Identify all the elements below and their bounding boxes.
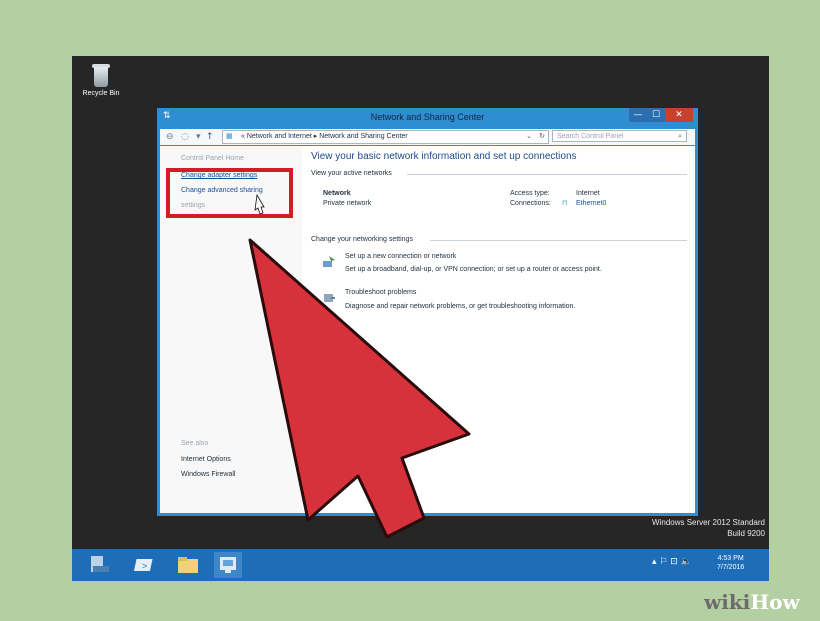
windows-firewall-link[interactable]: Windows Firewall [181,471,235,478]
wikihow-logo: wikiHow [704,589,800,615]
recycle-bin-label: Recycle Bin [82,90,120,97]
recent-pages-icon[interactable]: ▾ [196,130,201,144]
new-connection-icon [322,253,336,267]
section-divider [430,240,687,241]
change-settings-label: Change your networking settings [311,236,413,243]
window-title: Network and Sharing Center [370,112,485,122]
wikihow-logo-how: How [750,590,800,614]
control-panel-taskbar-button[interactable] [214,552,242,578]
powershell-icon: > [133,559,153,571]
watermark-edition: Windows Server 2012 Standard [652,518,765,527]
ethernet-connection-link[interactable]: Ethernet0 [576,200,606,207]
svg-text:>: > [142,561,147,571]
search-icon[interactable]: ⌕ [678,131,682,143]
taskbar-clock[interactable]: 4:53 PM 7/7/2016 [717,554,744,572]
server-manager-button[interactable] [85,552,113,578]
close-button[interactable]: ✕ [665,108,693,122]
address-bar[interactable]: ▦ « Network and Internet ▸ Network and S… [222,130,549,144]
folder-icon [178,557,198,573]
refresh-icon[interactable]: ↻ [539,131,545,143]
setup-connection-description: Set up a broadband, dial-up, or VPN conn… [345,266,602,273]
system-tray-icons[interactable]: ▴ ⚐ ⊡ 🔈 [652,557,692,567]
window-titlebar[interactable]: ⇅ Network and Sharing Center — ☐ ✕ [157,108,698,126]
breadcrumb[interactable]: « Network and Internet ▸ Network and Sha… [241,131,408,143]
desktop-screen: Recycle Bin ⇅ Network and Sharing Center… [72,56,769,581]
minimize-button[interactable]: — [629,108,647,122]
clock-time: 4:53 PM [717,555,744,562]
clock-date: 7/7/2016 [717,564,745,571]
maximize-button[interactable]: ☐ [647,108,665,122]
address-dropdown-icon[interactable]: ⌄ [526,131,532,143]
wikihow-logo-wiki: wiki [704,590,751,614]
recycle-bin-shortcut[interactable]: Recycle Bin [78,60,124,97]
control-panel-home-link[interactable]: Control Panel Home [181,155,244,162]
search-placeholder: Search Control Panel [557,133,624,140]
network-type: Private network [323,200,372,207]
forward-arrow-icon[interactable]: ◌ [181,130,189,144]
search-input[interactable]: Search Control Panel ⌕ [552,130,687,142]
connections-label: Connections: [510,200,551,207]
troubleshoot-description: Diagnose and repair network problems, or… [345,303,576,310]
internet-options-link[interactable]: Internet Options [181,456,231,463]
troubleshoot-problems-link[interactable]: Troubleshoot problems [345,289,416,296]
see-also-label: See also [181,440,209,447]
windows-edition-watermark: Windows Server 2012 Standard Build 9200 [652,517,769,539]
troubleshoot-icon [322,289,336,302]
ethernet-icon: ⊓ [562,200,568,207]
highlight-box [166,168,293,218]
control-panel-icon: ▦ [226,133,233,140]
back-arrow-icon[interactable]: ⊖ [166,130,174,144]
network-name: Network [323,190,351,197]
watermark-build: Build 9200 [727,529,765,538]
section-divider [407,174,687,175]
recycle-bin-icon [91,62,111,88]
server-manager-icon [91,556,109,572]
taskbar: > ▴ ⚐ ⊡ 🔈 4:53 PM 7/7/2016 [72,549,769,581]
up-arrow-icon[interactable]: ↑ [206,130,214,144]
access-type-value: Internet [576,190,600,197]
address-toolbar: ⊖ ◌ ▾ ↑ ▦ « Network and Internet ▸ Netwo… [160,129,695,145]
powershell-button[interactable]: > [132,552,160,578]
control-panel-icon [220,557,236,573]
active-networks-label: View your active networks [311,170,392,177]
file-explorer-button[interactable] [174,552,202,578]
access-type-label: Access type: [510,190,550,197]
setup-connection-link[interactable]: Set up a new connection or network [345,253,456,260]
main-pane: View your basic network information and … [306,146,695,513]
page-title: View your basic network information and … [311,151,577,162]
